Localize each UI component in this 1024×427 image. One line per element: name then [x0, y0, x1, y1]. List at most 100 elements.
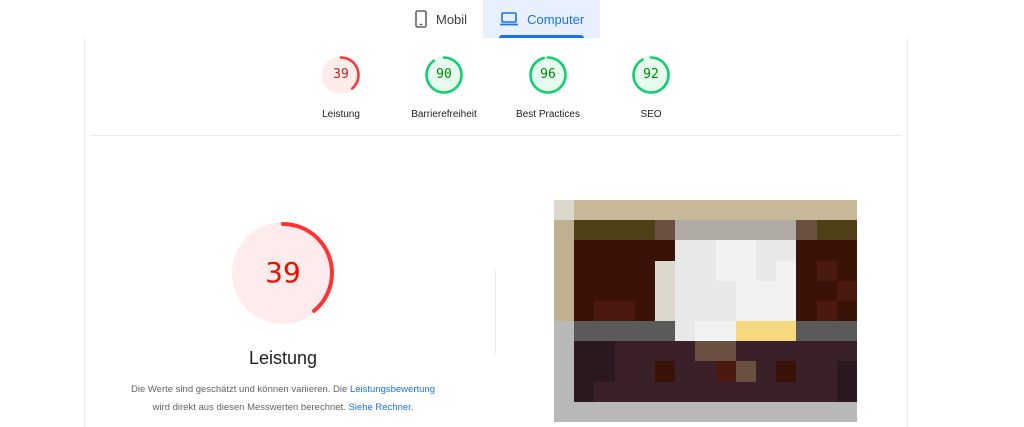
thumbnail-pixel	[796, 401, 817, 422]
thumbnail-pixel	[735, 240, 756, 261]
thumbnail-pixel	[554, 321, 575, 342]
thumbnail-pixel	[836, 240, 857, 261]
desc-text-end: .	[410, 402, 414, 413]
thumbnail-pixel	[796, 260, 817, 281]
thumbnail-pixel	[756, 280, 777, 301]
thumbnail-pixel	[634, 321, 655, 342]
thumbnail-pixel	[816, 240, 837, 261]
thumbnail-pixel	[594, 401, 615, 422]
thumbnail-pixel	[574, 300, 595, 322]
thumbnail-pixel	[836, 220, 857, 241]
thumbnail-pixel	[554, 300, 575, 322]
gauge-accessibility[interactable]: 90 Barrierefreiheit	[384, 54, 504, 120]
thumbnail-pixel	[675, 260, 696, 281]
desc-text-1: Die Werte sind geschätzt und können vari…	[130, 384, 350, 395]
gauge-performance[interactable]: 39 Leistung	[281, 54, 401, 120]
thumbnail-pixel	[735, 260, 756, 281]
thumbnail-pixel	[675, 401, 696, 422]
performance-score: 39	[265, 256, 301, 289]
thumbnail-pixel	[695, 240, 716, 261]
thumbnail-pixel	[816, 361, 837, 382]
performance-title: Leistung	[248, 348, 318, 368]
thumbnail-pixel	[695, 260, 716, 281]
thumbnail-pixel	[675, 300, 696, 322]
calculator-link[interactable]: Siehe Rechner	[348, 402, 410, 413]
thumbnail-pixel	[776, 381, 797, 402]
thumbnail-pixel	[574, 220, 595, 241]
thumbnail-pixel	[614, 341, 635, 362]
thumbnail-pixel	[655, 381, 676, 402]
thumbnail-pixel	[655, 321, 676, 342]
thumbnail-pixel	[816, 341, 837, 362]
thumbnail-pixel	[715, 300, 736, 322]
thumbnail-pixel	[614, 300, 635, 322]
thumbnail-pixel	[574, 240, 595, 261]
thumbnail-pixel	[695, 341, 716, 362]
thumbnail-pixel	[554, 341, 575, 362]
thumbnail-pixel	[776, 341, 797, 362]
performance-description: Die Werte sind geschätzt und können vari…	[100, 381, 466, 417]
thumbnail-pixel	[614, 260, 635, 281]
thumbnail-pixel	[735, 401, 756, 422]
vertical-separator	[495, 270, 496, 354]
thumbnail-pixel	[816, 200, 837, 221]
thumbnail-pixel	[675, 321, 696, 342]
thumbnail-pixel	[776, 200, 797, 221]
scoring-link[interactable]: Leistungsbewertung	[350, 384, 435, 395]
gauge-score: 96	[540, 67, 556, 82]
thumbnail-pixel	[796, 200, 817, 221]
tab-desktop-label: Computer	[527, 11, 585, 27]
thumbnail-pixel	[816, 220, 837, 241]
thumbnail-pixel	[816, 260, 837, 281]
thumbnail-pixel	[634, 240, 655, 261]
thumbnail-pixel	[594, 361, 615, 382]
thumbnail-pixel	[594, 220, 615, 241]
thumbnail-pixel	[796, 381, 817, 402]
thumbnail-pixel	[816, 401, 837, 422]
thumbnail-pixel	[836, 401, 857, 422]
thumbnail-pixel	[836, 300, 857, 322]
thumbnail-pixel	[796, 280, 817, 301]
thumbnail-pixel	[554, 200, 575, 221]
thumbnail-pixel	[554, 260, 575, 281]
thumbnail-pixel	[756, 321, 777, 342]
gauge-ring: 39	[320, 54, 362, 96]
thumbnail-pixel	[594, 381, 615, 402]
thumbnail-pixel	[756, 361, 777, 382]
gauge-best-practices[interactable]: 96 Best Practices	[488, 54, 608, 120]
thumbnail-pixel	[836, 341, 857, 362]
thumbnail-pixel	[796, 240, 817, 261]
thumbnail-pixel	[816, 381, 837, 402]
thumbnail-pixel	[614, 361, 635, 382]
thumbnail-pixel	[554, 381, 575, 402]
thumbnail-pixel	[735, 300, 756, 322]
thumbnail-pixel	[655, 240, 676, 261]
gauge-score: 39	[333, 67, 349, 82]
thumbnail-pixel	[675, 200, 696, 221]
thumbnail-pixel	[695, 361, 716, 382]
thumbnail-pixel	[675, 361, 696, 382]
thumbnail-pixel	[634, 341, 655, 362]
gauge-ring: 92	[630, 54, 672, 96]
thumbnail-pixel	[655, 200, 676, 221]
thumbnail-pixel	[695, 200, 716, 221]
thumbnail-pixel	[634, 401, 655, 422]
thumbnail-pixel	[634, 300, 655, 322]
tab-mobile[interactable]: Mobil	[398, 0, 483, 38]
thumbnail-pixel	[634, 280, 655, 301]
gauge-ring: 96	[527, 54, 569, 96]
thumbnail-pixel	[574, 200, 595, 221]
gauge-seo[interactable]: 92 SEO	[591, 54, 711, 120]
thumbnail-pixel	[614, 240, 635, 261]
thumbnail-pixel	[796, 341, 817, 362]
thumbnail-pixel	[655, 300, 676, 322]
tab-desktop[interactable]: Computer	[483, 0, 601, 38]
thumbnail-pixel	[634, 200, 655, 221]
thumbnail-pixel	[836, 381, 857, 402]
thumbnail-pixel	[634, 381, 655, 402]
thumbnail-pixel	[776, 280, 797, 301]
category-gauges: 39 Leistung 90 Barrierefreiheit 96 Best …	[0, 54, 1024, 144]
thumbnail-pixel	[735, 361, 756, 382]
thumbnail-pixel	[816, 321, 837, 342]
thumbnail-pixel	[614, 280, 635, 301]
